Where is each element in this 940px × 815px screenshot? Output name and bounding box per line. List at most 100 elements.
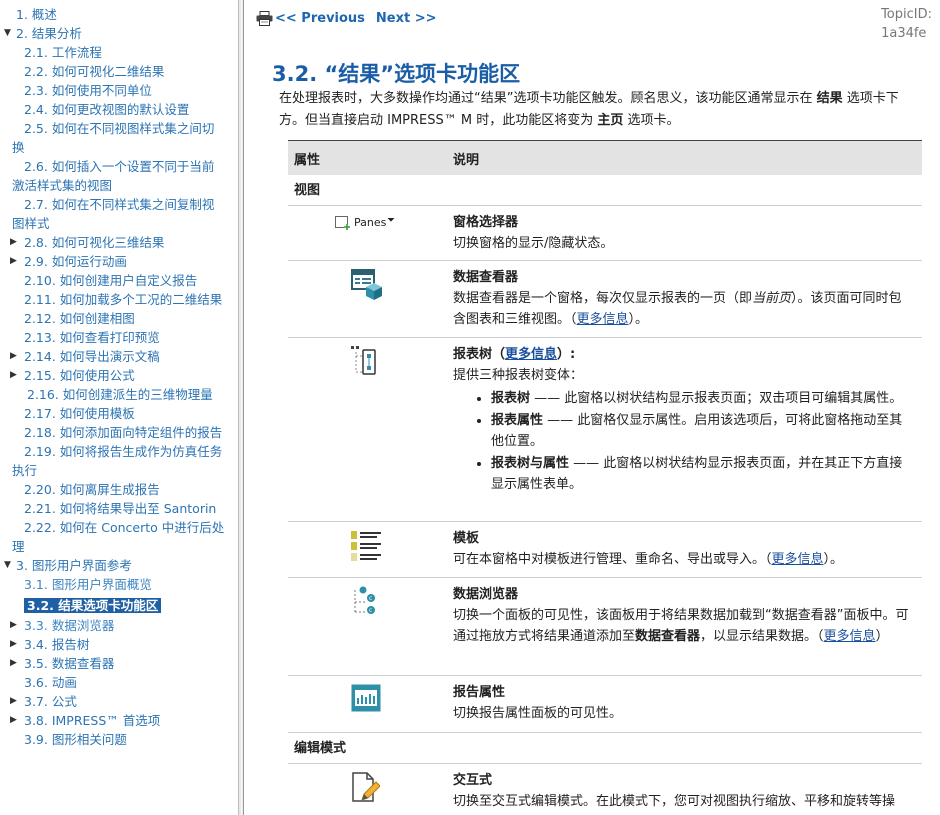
bullet-text: —— 此窗格以树状结构显示报表页面；双击项目可编辑其属性。 [530,391,903,406]
toc-item-label: 2.14. 如何导出演示文稿 [24,349,160,364]
table-header: 属性 说明 [288,140,922,175]
toc-item[interactable]: 2.17. 如何使用模板 [0,404,238,423]
toc-item-current[interactable]: 3.2. 结果选项卡功能区 [0,596,238,615]
template-icon[interactable] [351,531,381,561]
row-name: 数据浏览器 [453,587,519,602]
text-run: 在处理报表时，大多数操作均通过“结果”选项卡功能区触发。顾名思义，该功能区通常显… [279,91,817,106]
expand-arrow-icon[interactable]: ▼ [4,556,11,575]
collapse-arrow-icon[interactable]: ▶ [10,616,17,635]
collapse-arrow-icon[interactable]: ▶ [10,252,17,271]
toc-item[interactable]: 3.9. 图形相关问题 [0,730,238,749]
topic-id-label: TopicID: [881,7,932,22]
toc-item[interactable]: 理 [0,537,238,556]
toc-item[interactable]: 换 [0,138,238,157]
toc-item[interactable]: ▶ 2.14. 如何导出演示文稿 [0,347,238,366]
more-info-link[interactable]: 更多信息 [824,629,876,644]
toc-item-label: 2.1. 工作流程 [24,45,102,60]
toc-item[interactable]: 2.2. 如何可视化二维结果 [0,62,238,81]
more-info-link[interactable]: 更多信息 [577,312,629,327]
toc-item[interactable]: 3.6. 动画 [0,673,238,692]
toc-item[interactable]: 2.1. 工作流程 [0,43,238,62]
page-title: 3.2. “结果”选项卡功能区 [272,62,521,86]
toc-item-label: 2.17. 如何使用模板 [24,406,135,421]
column-header-property: 属性 [294,152,321,168]
bullet-text: —— 此窗格仅显示属性。启用该选项后，可将此窗格拖动至其他位置。 [491,413,903,449]
toc-item-label: 理 [12,539,25,554]
svg-text:c: c [369,607,372,614]
collapse-arrow-icon[interactable]: ▶ [10,711,17,730]
text-run: 数据查看器是一个窗格，每次仅显示报表的一页（即 [453,291,753,306]
toc-item-label: 3.7. 公式 [24,694,77,709]
toc-item[interactable]: ▼ 2. 结果分析 [0,24,238,43]
table-row-data-browser: c c 数据浏览器 切换一个面板的可见性，该面板用于将结果数据加载到“数据查看器… [288,578,922,676]
toc-item[interactable]: 激活样式集的视图 [0,176,238,195]
previous-link[interactable]: << Previous [275,11,365,26]
collapse-arrow-icon[interactable]: ▶ [10,366,17,385]
content-pane: << Previous Next >> TopicID: 1a34fe 3.2.… [244,0,940,815]
toc-item[interactable]: 2.11. 如何加载多个工况的二维结果 [0,290,238,309]
toc-item[interactable]: ▶ 3.4. 报告树 [0,635,238,654]
text-run: ） [875,629,889,644]
toc-item-label: 2.21. 如何将结果导出至 Santorin [24,501,217,516]
toc-item[interactable]: ▶ 2.9. 如何运行动画 [0,252,238,271]
row-text: 提供三种报表树变体： [453,368,584,383]
toc-item[interactable]: 2.10. 如何创建用户自定义报告 [0,271,238,290]
toc-item[interactable]: ▶ 2.8. 如何可视化三维结果 [0,233,238,252]
toc-item[interactable]: 2.21. 如何将结果导出至 Santorin [0,499,238,518]
text-run: ）。 [628,312,649,327]
toc-item-label: 1. 概述 [16,7,57,22]
panes-dropdown[interactable]: Panes ⏷ [288,206,447,260]
toc-item[interactable]: 2.4. 如何更改视图的默认设置 [0,100,238,119]
collapse-arrow-icon[interactable]: ▶ [10,233,17,252]
collapse-arrow-icon[interactable]: ▶ [10,692,17,711]
toc-item[interactable]: 2.3. 如何使用不同单位 [0,81,238,100]
toc-item[interactable]: 2.20. 如何离屏生成报告 [0,480,238,499]
row-name: 模板 [453,531,480,546]
bold-term: 结果 [816,91,843,106]
toc-item[interactable]: 2.5. 如何在不同视图样式集之间切 [0,119,238,138]
print-icon[interactable] [256,10,273,26]
collapse-arrow-icon[interactable]: ▶ [10,635,17,654]
toc-item[interactable]: 2.7. 如何在不同样式集之间复制视 [0,195,238,214]
interactive-edit-icon[interactable] [352,772,380,804]
italic-term: 当前页 [752,291,792,306]
data-viewer-icon[interactable] [351,269,383,300]
row-text: 切换窗格的显示/隐藏状态。 [453,236,614,251]
toc-item[interactable]: 1. 概述 [0,5,238,24]
toc-sidebar: 1. 概述 ▼ 2. 结果分析 2.1. 工作流程 2.2. 如何可视化二维结果 2.3.… [0,0,238,815]
toc-item[interactable]: ▶ 3.8. IMPRESS™ 首选项 [0,711,238,730]
toc-item[interactable]: 2.6. 如何插入一个设置不同于当前 [0,157,238,176]
toc-item[interactable]: 2.13. 如何查看打印预览 [0,328,238,347]
row-name: 数据查看器 [453,270,519,285]
toc-item[interactable]: ▶ 3.5. 数据查看器 [0,654,238,673]
toc-item[interactable]: 2.19. 如何将报告生成作为仿真任务 [0,442,238,461]
expand-arrow-icon[interactable]: ▼ [4,24,11,43]
toc-item[interactable]: ▶ 2.15. 如何使用公式 [0,366,238,385]
report-tree-icon[interactable] [351,346,377,376]
toc-item-label: 2.10. 如何创建用户自定义报告 [24,273,198,288]
toc-item[interactable]: 3.1. 图形用户界面概览 [0,575,238,594]
collapse-arrow-icon[interactable]: ▶ [10,347,17,366]
report-properties-icon[interactable] [351,684,381,712]
toc-item[interactable]: 2.18. 如何添加面向特定组件的报告 [0,423,238,442]
toc-item-label: 2.12. 如何创建相图 [24,311,135,326]
list-item: 报表属性 —— 此窗格仅显示属性。启用该选项后，可将此窗格拖动至其他位置。 [491,410,912,452]
toc-item[interactable]: ▼ 3. 图形用户界面参考 [0,556,238,575]
more-info-link[interactable]: 更多信息 [505,347,557,362]
toc-item[interactable]: 执行 [0,461,238,480]
toc-item[interactable]: 2.12. 如何创建相图 [0,309,238,328]
list-item: 报表树 —— 此窗格以树状结构显示报表页面；双击项目可编辑其属性。 [491,388,912,409]
bold-term: 主页 [597,113,624,128]
next-link[interactable]: Next >> [376,11,437,26]
toc-item[interactable]: ▶ 3.3. 数据浏览器 [0,616,238,635]
toc-item[interactable]: 2.16. 如何创建派生的三维物理量 [0,385,238,404]
toc-item[interactable]: 图样式 [0,214,238,233]
bold-term: 数据查看器 [635,629,701,644]
toc-item[interactable]: 2.22. 如何在 Concerto 中进行后处 [0,518,238,537]
data-browser-icon[interactable]: c c [352,586,378,616]
toc-item[interactable]: ▶ 3.7. 公式 [0,692,238,711]
more-info-link[interactable]: 更多信息 [772,552,824,567]
collapse-arrow-icon[interactable]: ▶ [10,654,17,673]
bullet-term: 报表树 [491,391,531,406]
toc-item-label: 2.8. 如何可视化三维结果 [24,235,165,250]
